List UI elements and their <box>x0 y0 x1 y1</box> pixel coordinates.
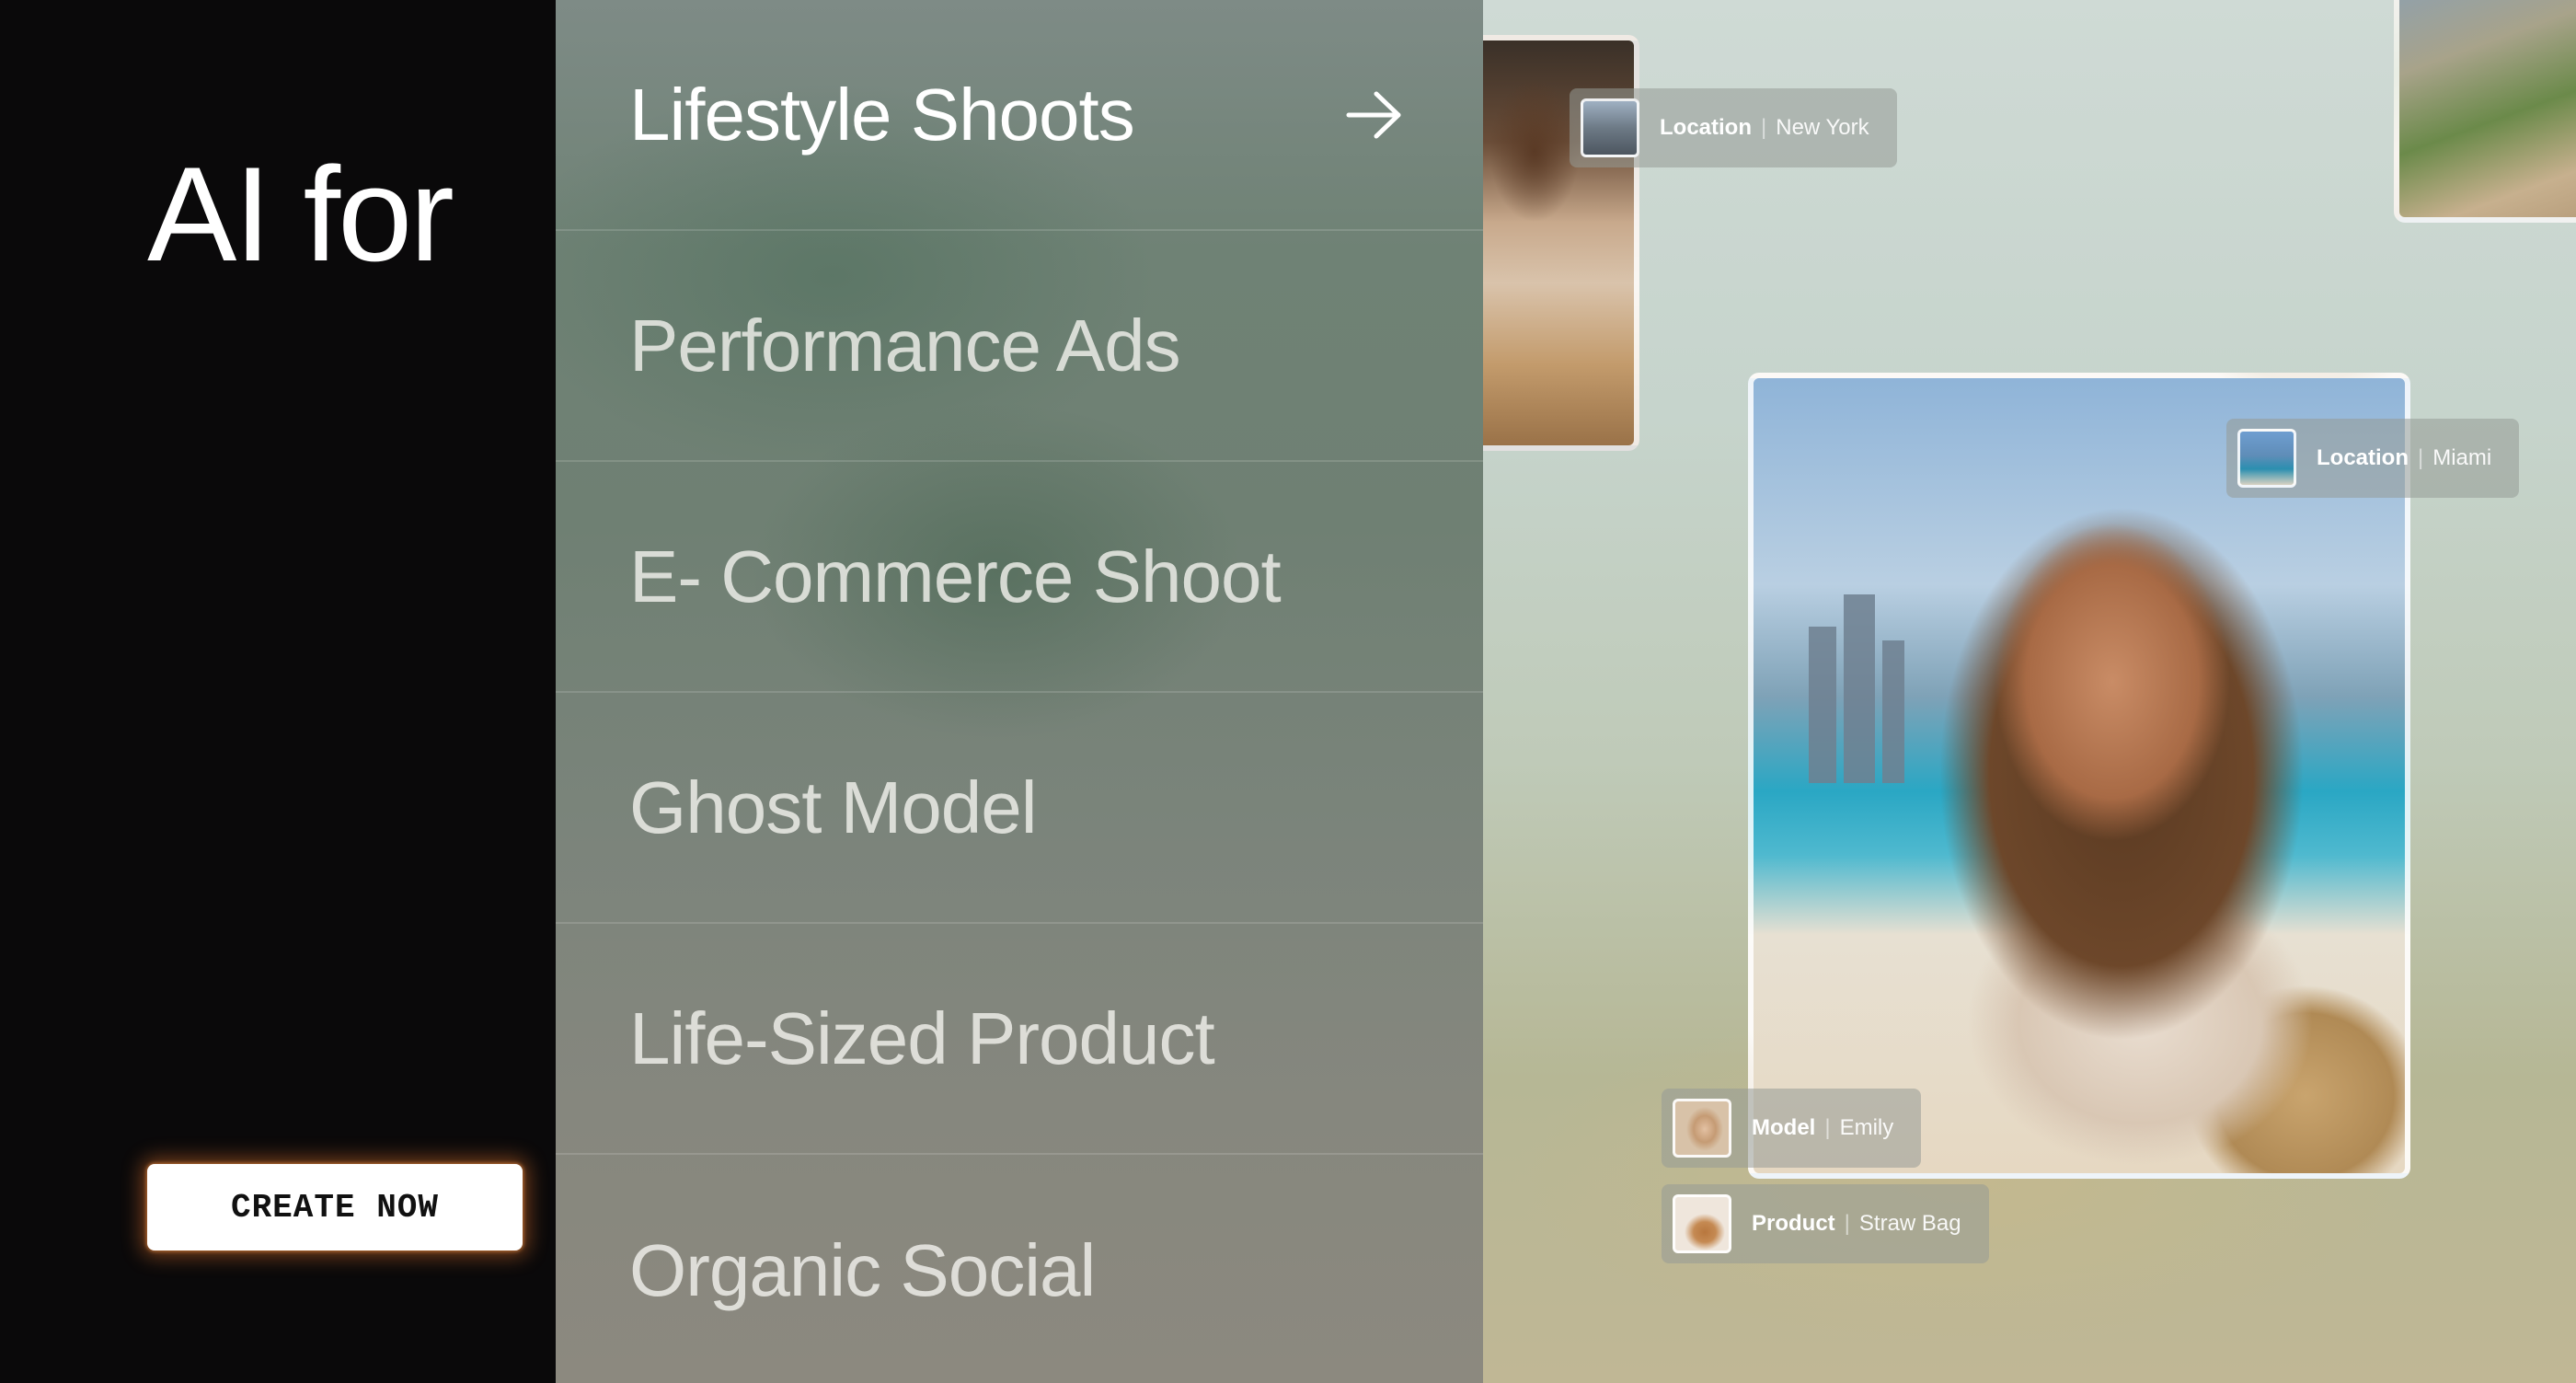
product-thumbnail <box>1673 1194 1731 1253</box>
tag-key: Location <box>1660 115 1752 140</box>
model-thumbnail <box>1673 1099 1731 1158</box>
menu-item-lifestyle-shoots[interactable]: Lifestyle Shoots <box>556 0 1483 231</box>
menu-item-ecommerce-shoot[interactable]: E- Commerce Shoot <box>556 462 1483 693</box>
tag-value: Miami <box>2432 445 2492 470</box>
showcase-visual: Location | New York Location | Miami Model | E… <box>1483 0 2576 1383</box>
tag-value: Straw Bag <box>1858 1211 1961 1236</box>
tag-value: New York <box>1776 115 1869 140</box>
tag-key: Product <box>1752 1211 1835 1236</box>
location-thumbnail <box>1581 98 1639 157</box>
product-tag: Product | Straw Bag <box>1662 1184 1989 1263</box>
secondary-photo <box>2394 0 2576 223</box>
menu-item-label: Ghost Model <box>629 766 1038 848</box>
menu-item-organic-social[interactable]: Organic Social <box>556 1155 1483 1383</box>
location-tag-miami: Location | Miami <box>2226 419 2520 498</box>
tag-separator: | <box>1844 1211 1850 1236</box>
menu-item-label: Organic Social <box>629 1228 1096 1311</box>
menu-item-performance-ads[interactable]: Performance Ads <box>556 231 1483 462</box>
tag-separator: | <box>1761 115 1767 140</box>
create-now-button[interactable]: CREATE NOW <box>147 1164 523 1250</box>
menu-item-life-sized-product[interactable]: Life-Sized Product <box>556 924 1483 1155</box>
headline: AI for <box>147 139 454 289</box>
skyline-building <box>1882 640 1904 783</box>
menu-item-label: Lifestyle Shoots <box>629 73 1135 156</box>
use-case-menu: Lifestyle Shoots Performance Ads E- Comm… <box>556 0 1483 1383</box>
location-tag-new-york: Location | New York <box>1570 88 1897 167</box>
tag-value: Emily <box>1839 1115 1894 1140</box>
menu-item-ghost-model[interactable]: Ghost Model <box>556 693 1483 924</box>
hero-panel: AI for CREATE NOW <box>0 0 556 1383</box>
tag-separator: | <box>1824 1115 1831 1140</box>
arrow-right-icon <box>1346 91 1401 138</box>
skyline-building <box>1809 627 1836 783</box>
tag-key: Location <box>2317 445 2409 470</box>
tag-key: Model <box>1752 1115 1816 1140</box>
model-tag: Model | Emily <box>1662 1089 1922 1168</box>
menu-item-label: Life-Sized Product <box>629 997 1215 1079</box>
skyline-building <box>1844 594 1875 783</box>
menu-item-label: Performance Ads <box>629 304 1181 386</box>
tag-separator: | <box>2418 445 2424 470</box>
menu-item-label: E- Commerce Shoot <box>629 535 1282 617</box>
location-thumbnail <box>2237 429 2296 488</box>
